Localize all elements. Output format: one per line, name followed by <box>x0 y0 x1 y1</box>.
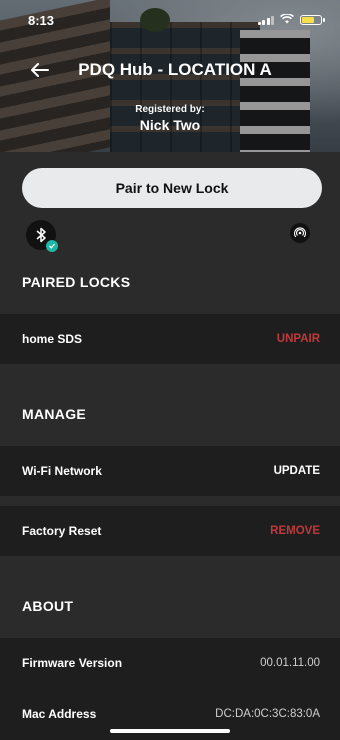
mac-address-label: Mac Address <box>22 707 97 721</box>
status-bar: 8:13 <box>0 0 340 40</box>
battery-icon <box>300 15 325 25</box>
back-arrow-icon[interactable] <box>28 58 52 82</box>
unpair-button[interactable]: UNPAIR <box>277 333 320 345</box>
top-nav: PDQ Hub - LOCATION A <box>0 52 340 88</box>
mac-address-value: DC:DA:0C:3C:83:0A <box>215 708 320 720</box>
nfc-signal-icon[interactable] <box>290 223 310 243</box>
cellular-signal-icon <box>257 15 274 25</box>
remove-button[interactable]: REMOVE <box>270 525 320 537</box>
firmware-version-value: 00.01.11.00 <box>260 657 320 669</box>
registered-by: Registered by: Nick Two <box>0 104 340 133</box>
bluetooth-icon[interactable] <box>26 220 58 252</box>
connected-check-icon <box>46 240 58 252</box>
wifi-network-row: Wi-Fi Network UPDATE <box>0 446 340 496</box>
about-heading: ABOUT <box>22 598 74 614</box>
firmware-version-label: Firmware Version <box>22 656 123 670</box>
paired-lock-name: home SDS <box>22 332 83 346</box>
firmware-version-row: Firmware Version 00.01.11.00 <box>0 638 340 688</box>
factory-reset-label: Factory Reset <box>22 524 102 538</box>
wifi-icon <box>280 11 294 29</box>
status-time: 8:13 <box>28 12 55 28</box>
registered-by-label: Registered by: <box>135 104 205 115</box>
paired-locks-heading: PAIRED LOCKS <box>22 274 131 290</box>
pair-new-lock-button[interactable]: Pair to New Lock <box>22 168 322 208</box>
manage-heading: MANAGE <box>22 406 87 422</box>
paired-lock-row: home SDS UNPAIR <box>0 314 340 364</box>
update-wifi-button[interactable]: UPDATE <box>274 465 320 477</box>
home-indicator[interactable] <box>110 729 230 733</box>
registered-by-name: Nick Two <box>139 117 201 133</box>
wifi-network-label: Wi-Fi Network <box>22 464 102 478</box>
factory-reset-row: Factory Reset REMOVE <box>0 506 340 556</box>
main-content: Pair to New Lock PAIRED LOCKS home SDS U… <box>0 152 340 740</box>
